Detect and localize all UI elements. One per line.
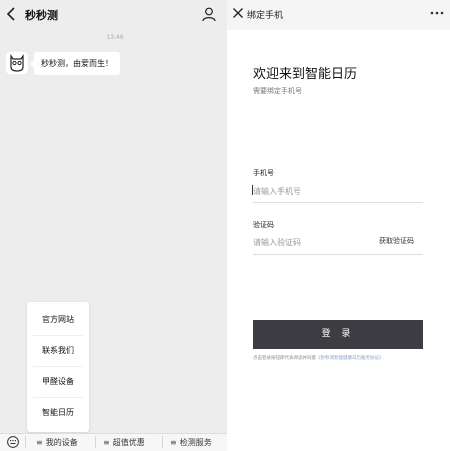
bottom-menu-deals[interactable]: ≡ 超值优惠	[103, 437, 145, 448]
phone-input[interactable]	[253, 184, 421, 198]
menu-item-smart-calendar[interactable]: 智能日历	[27, 401, 89, 425]
message-bubble: 秒秒测，由爱而生！	[30, 52, 120, 75]
menu-icon: ≡	[103, 438, 110, 447]
chat-title: 秒秒测	[25, 9, 58, 22]
login-button[interactable]: 登 录	[253, 320, 423, 349]
bottom-menu-my-devices[interactable]: ≡ 我的设备	[36, 437, 78, 448]
chat-panel: 秒秒测 13:46 秒秒测，由爱而生！ 官方网站 联系我们 甲醛设备 智能日历	[0, 0, 227, 451]
person-icon[interactable]	[201, 6, 217, 22]
popup-menu: 官方网站 联系我们 甲醛设备 智能日历	[27, 302, 89, 432]
get-code-button[interactable]: 获取验证码	[379, 236, 414, 246]
menu-item-contact-us[interactable]: 联系我们	[27, 339, 89, 363]
bind-title: 绑定手机	[247, 11, 284, 21]
menu-icon: ≡	[36, 438, 43, 447]
agreement-prefix: 点击登录按钮即代表阅读并同意	[253, 356, 316, 361]
bottom-menu-label: 超值优惠	[112, 438, 145, 447]
bottom-menu-label: 我的设备	[45, 438, 78, 447]
message-timestamp: 13:46	[106, 34, 124, 41]
back-icon[interactable]	[5, 6, 19, 22]
bottom-menu-label: 检测服务	[179, 438, 212, 447]
close-icon[interactable]	[232, 7, 244, 19]
bind-phone-panel: 绑定手机 欢迎来到智能日历 需要绑定手机号 手机号 验证码 获取验证码 登 录 …	[227, 0, 450, 450]
bottom-menu-bar: ≡ 我的设备 ≡ 超值优惠 ≡ 检测服务	[0, 433, 227, 451]
welcome-subheading: 需要绑定手机号	[253, 87, 302, 95]
menu-icon: ≡	[170, 438, 177, 447]
welcome-heading: 欢迎来到智能日历	[253, 67, 358, 82]
code-underline	[253, 254, 423, 255]
code-label: 验证码	[253, 221, 274, 229]
menu-item-formaldehyde-device[interactable]: 甲醛设备	[27, 370, 89, 394]
avatar[interactable]	[6, 52, 28, 74]
chat-header: 秒秒测	[0, 0, 227, 30]
message-text: 秒秒测，由爱而生！	[34, 52, 120, 75]
phone-label: 手机号	[253, 169, 274, 177]
bottom-menu-testing-service[interactable]: ≡ 检测服务	[170, 437, 212, 448]
bind-header: 绑定手机	[227, 0, 450, 30]
agreement-link[interactable]: 《秒秒测智能健康日历服务协议》	[316, 356, 384, 361]
agreement-text: 点击登录按钮即代表阅读并同意《秒秒测智能健康日历服务协议》	[253, 355, 384, 361]
more-icon[interactable]	[429, 7, 445, 19]
keyboard-icon[interactable]	[6, 436, 20, 448]
phone-underline	[253, 202, 423, 203]
code-input[interactable]	[253, 235, 373, 249]
menu-item-official-site[interactable]: 官方网站	[27, 308, 89, 332]
